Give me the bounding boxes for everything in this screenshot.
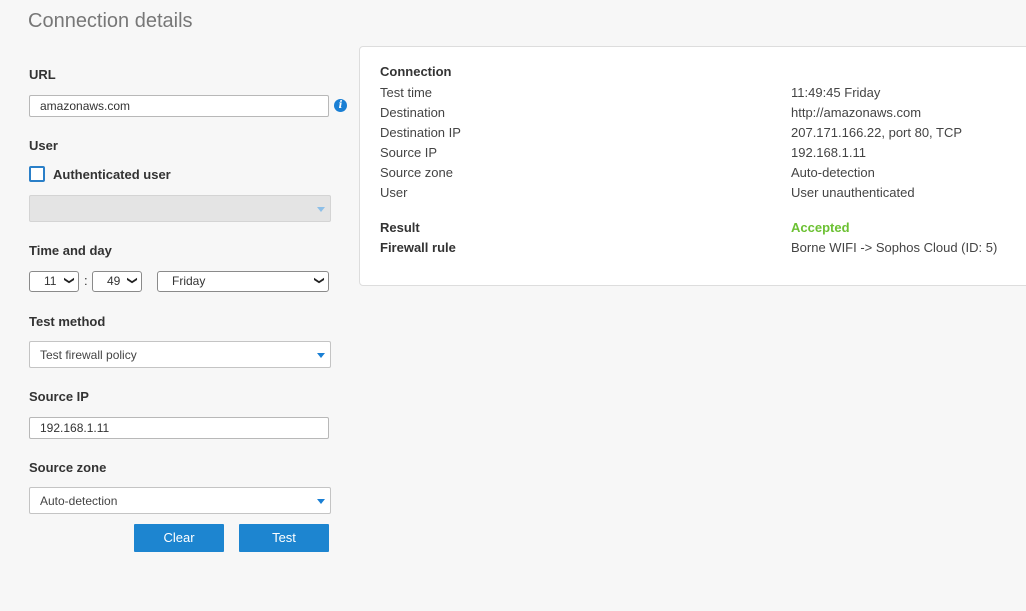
destination-ip-value: 207.171.166.22, port 80, TCP xyxy=(791,125,963,140)
authenticated-user-checkbox[interactable] xyxy=(29,166,45,182)
source-ip-result-label: Source IP xyxy=(380,145,438,160)
results-panel: Connection Test time 11:49:45 Friday Des… xyxy=(359,46,1026,286)
page-title: Connection details xyxy=(28,10,193,32)
day-value: Friday xyxy=(172,274,206,288)
destination-value: http://amazonaws.com xyxy=(791,105,922,120)
url-input[interactable]: amazonaws.com xyxy=(29,95,329,117)
chevron-down-icon: ❯ xyxy=(63,276,75,285)
source-zone-result-label: Source zone xyxy=(380,165,453,180)
source-ip-input[interactable]: 192.168.1.11 xyxy=(29,417,329,439)
result-status: Accepted xyxy=(791,220,850,235)
time-separator: : xyxy=(84,273,88,288)
caret-down-icon xyxy=(317,499,325,504)
clear-button[interactable]: Clear xyxy=(134,524,224,552)
user-label: User xyxy=(29,138,58,153)
hour-select[interactable]: 11 ❯ xyxy=(29,271,79,292)
test-button[interactable]: Test xyxy=(239,524,329,552)
firewall-rule-label: Firewall rule xyxy=(380,240,456,255)
test-time-label: Test time xyxy=(380,85,433,100)
destination-ip-label: Destination IP xyxy=(380,125,461,140)
source-ip-label: Source IP xyxy=(29,389,89,404)
authenticated-user-label: Authenticated user xyxy=(53,167,171,182)
destination-label: Destination xyxy=(380,105,446,120)
result-label: Result xyxy=(380,220,420,235)
url-label: URL xyxy=(29,67,56,82)
time-and-day-label: Time and day xyxy=(29,243,112,258)
caret-down-icon xyxy=(317,207,325,212)
caret-down-icon xyxy=(317,353,325,358)
test-time-value: 11:49:45 Friday xyxy=(791,85,881,100)
test-method-value: Test firewall policy xyxy=(40,348,137,362)
test-method-label: Test method xyxy=(29,314,106,329)
connection-heading: Connection xyxy=(380,64,452,79)
user-select xyxy=(29,195,331,222)
hour-value: 11 xyxy=(44,274,57,288)
day-select[interactable]: Friday ❯ xyxy=(157,271,329,292)
info-icon[interactable]: i xyxy=(334,99,347,112)
firewall-rule-value[interactable]: Borne WIFI -> Sophos Cloud (ID: 5) xyxy=(791,240,997,255)
source-zone-value: Auto-detection xyxy=(40,494,118,508)
minute-select[interactable]: 49 ❯ xyxy=(92,271,142,292)
minute-value: 49 xyxy=(107,274,121,288)
chevron-down-icon: ❯ xyxy=(126,276,138,285)
source-zone-result-value: Auto-detection xyxy=(791,165,875,180)
source-zone-select[interactable]: Auto-detection xyxy=(29,487,331,514)
test-method-select[interactable]: Test firewall policy xyxy=(29,341,331,368)
source-ip-result-value: 192.168.1.11 xyxy=(791,145,866,160)
user-result-label: User xyxy=(380,185,408,200)
chevron-down-icon: ❯ xyxy=(313,276,325,285)
user-result-value: User unauthenticated xyxy=(791,185,915,200)
source-zone-label: Source zone xyxy=(29,460,107,475)
